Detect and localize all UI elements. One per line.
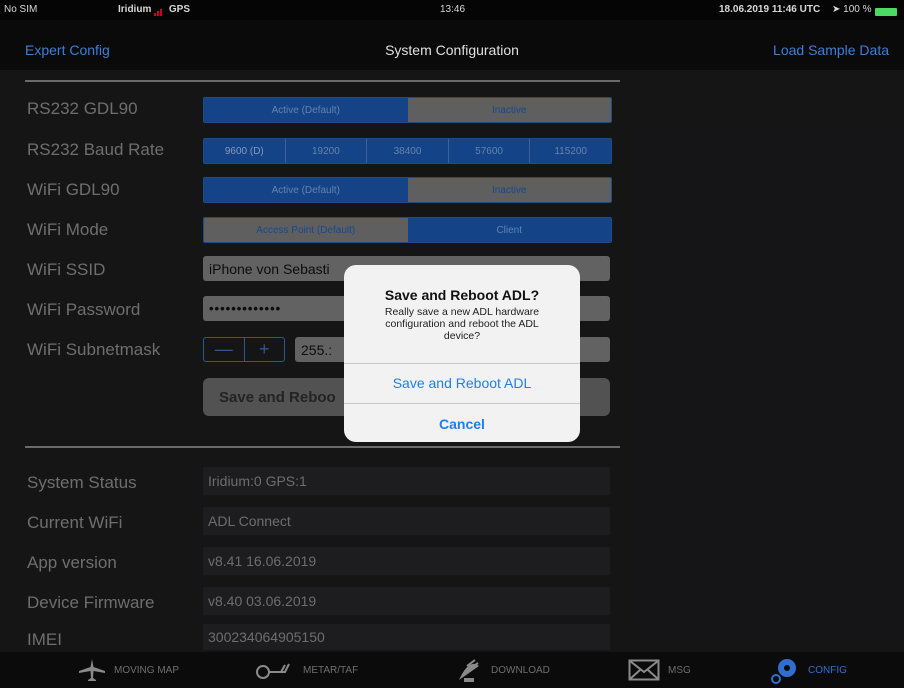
tab-msg[interactable]: MSG — [628, 652, 691, 688]
gear-icon — [771, 659, 796, 684]
battery-label: 100 % — [843, 4, 872, 15]
battery-indicator: ➤ 100 % — [832, 4, 897, 16]
clock: 13:46 — [440, 4, 466, 15]
network-indicator: Iridium GPS — [118, 4, 191, 16]
navigation-bar: Expert Config System Configuration Load … — [0, 20, 904, 70]
tab-label: MOVING MAP — [114, 664, 180, 676]
tab-label: METAR/TAF — [303, 664, 359, 676]
battery-icon — [874, 8, 897, 16]
location-icon: ➤ — [832, 4, 841, 15]
tab-metar-taf[interactable]: METAR/TAF — [255, 652, 358, 688]
alert-confirm-button[interactable]: Save and Reboot ADL — [344, 375, 580, 391]
windsock-icon — [256, 663, 290, 679]
tab-label: DOWNLOAD — [491, 664, 550, 676]
satellite-icon — [459, 659, 479, 682]
save-reboot-alert: Save and Reboot ADL? Really save a new A… — [344, 265, 580, 442]
tab-bar: MOVING MAP METAR/TAF DOWNLOAD MSG CONFIG — [0, 652, 904, 688]
tab-download[interactable]: DOWNLOAD — [455, 652, 550, 688]
envelope-icon — [628, 659, 660, 681]
tab-moving-map[interactable]: MOVING MAP — [78, 652, 179, 688]
utc-datetime: 18.06.2019 11:46 UTC — [719, 4, 821, 15]
tab-config[interactable]: CONFIG — [770, 652, 847, 688]
alert-message: Really save a new ADL hardware configura… — [384, 306, 540, 342]
tab-label: MSG — [668, 664, 691, 676]
alert-separator — [344, 363, 580, 364]
alert-title: Save and Reboot ADL? — [384, 287, 540, 303]
tab-label: CONFIG — [808, 664, 847, 676]
page-title: System Configuration — [385, 42, 519, 58]
alert-separator — [344, 403, 580, 404]
status-bar: No SIM Iridium GPS 13:46 18.06.2019 11:4… — [0, 0, 904, 20]
network-label: Iridium — [118, 4, 152, 15]
carrier-label: No SIM — [4, 4, 38, 15]
airplane-icon — [79, 659, 105, 681]
load-sample-data-button[interactable]: Load Sample Data — [773, 42, 889, 58]
alert-cancel-button[interactable]: Cancel — [344, 416, 580, 432]
signal-icon — [154, 5, 164, 16]
gps-label: GPS — [168, 4, 191, 15]
